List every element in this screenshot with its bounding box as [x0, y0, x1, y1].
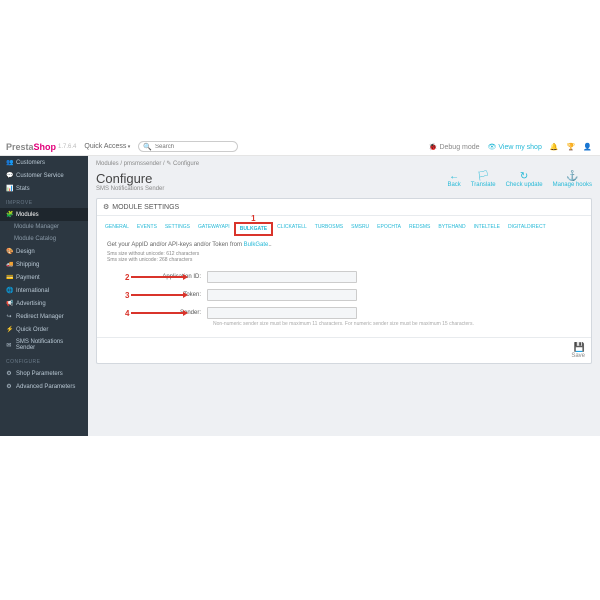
- debug-mode-toggle[interactable]: 🐞 Debug mode: [429, 143, 480, 151]
- logo: PrestaShop: [6, 142, 56, 152]
- tab-clickatell[interactable]: CLICKATELL: [273, 222, 311, 236]
- gateway-tabs: GENERALEVENTSSETTINGSGATEWAYAPIBULKGATE1…: [97, 216, 591, 236]
- sidebar-item[interactable]: 🎨Design: [0, 245, 88, 258]
- trophy-icon[interactable]: 🏆: [567, 143, 576, 151]
- view-shop-link[interactable]: 👁 View my shop: [488, 143, 542, 151]
- sidebar-item[interactable]: 💬Customer Service: [0, 169, 88, 182]
- callout-1: 1: [251, 214, 255, 223]
- sidebar-item[interactable]: 💳Payment: [0, 271, 88, 284]
- toolbar-action[interactable]: ↻Check update: [506, 171, 543, 188]
- search-icon: 🔍: [143, 143, 152, 151]
- toolbar-action[interactable]: ←Back: [447, 171, 460, 188]
- panel-heading: ⚙ MODULE SETTINGS: [97, 199, 591, 216]
- form-row: 4Sender:: [107, 307, 581, 319]
- text-input[interactable]: [207, 271, 357, 283]
- toolbar-action[interactable]: ⚓Manage hooks: [553, 171, 592, 188]
- page-subtitle: SMS Notifications Sender: [96, 186, 164, 192]
- sidebar-item[interactable]: 📊Stats: [0, 182, 88, 195]
- sidebar-item[interactable]: ↪Redirect Manager: [0, 310, 88, 323]
- search-box[interactable]: 🔍: [138, 141, 238, 152]
- sms-size-info: Sms size without unicode: 612 characters…: [107, 251, 581, 263]
- top-bar: PrestaShop 1.7.6.4 Quick Access 🔍 🐞 Debu…: [0, 138, 600, 156]
- version-label: 1.7.6.4: [58, 144, 76, 150]
- sidebar-item[interactable]: ✉SMS Notifications Sender: [0, 336, 88, 354]
- text-input[interactable]: [207, 289, 357, 301]
- tab-inteltele[interactable]: INTELTELE: [470, 222, 504, 236]
- search-input[interactable]: [155, 144, 225, 150]
- bulkgate-link[interactable]: BulkGate: [244, 242, 269, 248]
- tab-smsru[interactable]: SMSRU: [347, 222, 373, 236]
- callout-arrow: 4: [125, 309, 188, 318]
- sidebar-nav: 👥Customers💬Customer Service📊StatsIMPROVE…: [0, 156, 88, 436]
- sidebar-item[interactable]: Module Manager: [0, 221, 88, 233]
- sender-hint: Non-numeric sender size must be maximum …: [213, 321, 581, 327]
- profile-icon[interactable]: 👤: [583, 143, 592, 151]
- tab-redsms[interactable]: REDSMS: [405, 222, 434, 236]
- tab-bulkgate[interactable]: BULKGATE1: [234, 222, 273, 236]
- gear-icon: ⚙: [103, 203, 109, 211]
- form-row: 2Application ID:: [107, 271, 581, 283]
- sidebar-item[interactable]: 🚚Shipping: [0, 258, 88, 271]
- sidebar-item[interactable]: 👥Customers: [0, 156, 88, 169]
- sidebar-item[interactable]: 📢Advertising: [0, 297, 88, 310]
- quick-access-dropdown[interactable]: Quick Access: [84, 143, 130, 150]
- help-text: Get your AppID and/or API-keys and/or To…: [107, 242, 581, 248]
- tab-turbosms[interactable]: TURBOSMS: [311, 222, 347, 236]
- save-icon: 💾: [103, 342, 585, 353]
- callout-arrow: 2: [125, 273, 188, 282]
- text-input[interactable]: [207, 307, 357, 319]
- sidebar-item[interactable]: 🧩Modules: [0, 208, 88, 221]
- toolbar-action[interactable]: 🏳Translate: [471, 171, 496, 188]
- sidebar-item[interactable]: 🌐International: [0, 284, 88, 297]
- breadcrumb: Modules / pmsmssender / ✎ Configure: [88, 156, 600, 171]
- bell-icon[interactable]: 🔔: [550, 143, 559, 151]
- module-settings-panel: ⚙ MODULE SETTINGS GENERALEVENTSSETTINGSG…: [96, 198, 592, 364]
- tab-digitaldirect[interactable]: DIGITALDIRECT: [504, 222, 550, 236]
- tab-epochta[interactable]: EPOCHTA: [373, 222, 405, 236]
- tab-events[interactable]: EVENTS: [133, 222, 161, 236]
- tab-bytehand[interactable]: BYTEHAND: [434, 222, 469, 236]
- sidebar-item[interactable]: ⚙Shop Parameters: [0, 367, 88, 380]
- form-row: 3Token:: [107, 289, 581, 301]
- tab-gatewayapi[interactable]: GATEWAYAPI: [194, 222, 234, 236]
- sidebar-item[interactable]: ⚙Advanced Parameters: [0, 380, 88, 393]
- save-button[interactable]: 💾 Save: [97, 337, 591, 363]
- sidebar-item[interactable]: ⚡Quick Order: [0, 323, 88, 336]
- section-title: CONFIGURE: [0, 354, 88, 367]
- sidebar-item[interactable]: Module Catalog: [0, 233, 88, 245]
- callout-arrow: 3: [125, 291, 188, 300]
- tab-general[interactable]: GENERAL: [101, 222, 133, 236]
- section-title: IMPROVE: [0, 195, 88, 208]
- tab-settings[interactable]: SETTINGS: [161, 222, 194, 236]
- page-title: Configure: [96, 171, 164, 186]
